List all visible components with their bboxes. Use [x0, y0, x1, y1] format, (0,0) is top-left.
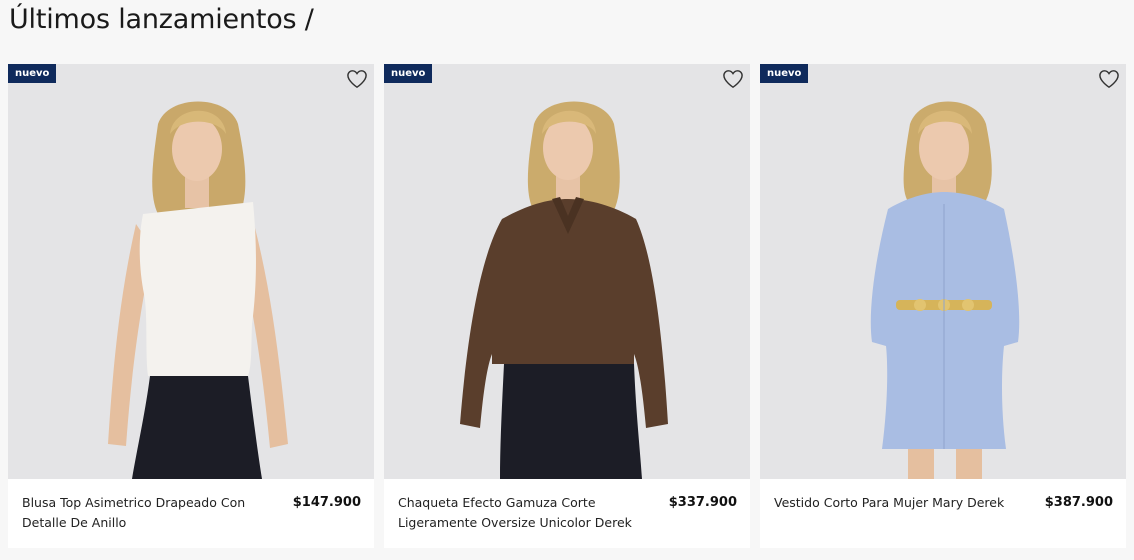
model-photo	[108, 101, 288, 479]
product-price: $387.900	[1044, 495, 1113, 510]
product-info: Vestido Corto Para Mujer Mary Derek $387…	[760, 479, 1126, 548]
product-info: Blusa Top Asimetrico Drapeado Con Detall…	[8, 479, 374, 548]
product-card[interactable]: nuevo	[760, 64, 1126, 548]
product-price: $337.900	[668, 495, 737, 510]
product-section: Últimos lanzamientos / nuevo Blusa Top A…	[0, 0, 1134, 560]
model-photo	[870, 101, 1020, 479]
heart-outline-icon[interactable]	[1098, 69, 1120, 89]
heart-outline-icon[interactable]	[346, 69, 368, 89]
product-card[interactable]: nuevo	[8, 64, 374, 548]
product-name[interactable]: Chaqueta Efecto Gamuza Corte Ligeramente…	[398, 493, 669, 533]
new-badge: nuevo	[384, 64, 433, 83]
product-image[interactable]: nuevo	[384, 64, 750, 479]
product-card[interactable]: nuevo Chaqueta Efecto Gamuza Corte Liger…	[384, 64, 750, 548]
heart-outline-icon[interactable]	[722, 69, 744, 89]
section-title: Últimos lanzamientos /	[9, 4, 314, 35]
model-photo	[460, 101, 668, 479]
product-image[interactable]: nuevo	[8, 64, 374, 479]
product-image[interactable]: nuevo	[760, 64, 1126, 479]
product-name[interactable]: Blusa Top Asimetrico Drapeado Con Detall…	[22, 493, 293, 533]
new-badge: nuevo	[8, 64, 57, 83]
product-price: $147.900	[292, 495, 361, 510]
product-name[interactable]: Vestido Corto Para Mujer Mary Derek	[774, 493, 1045, 513]
product-info: Chaqueta Efecto Gamuza Corte Ligeramente…	[384, 479, 750, 548]
product-grid: nuevo Blusa Top Asimetrico Drapeado Con …	[8, 64, 1126, 548]
new-badge: nuevo	[760, 64, 809, 83]
